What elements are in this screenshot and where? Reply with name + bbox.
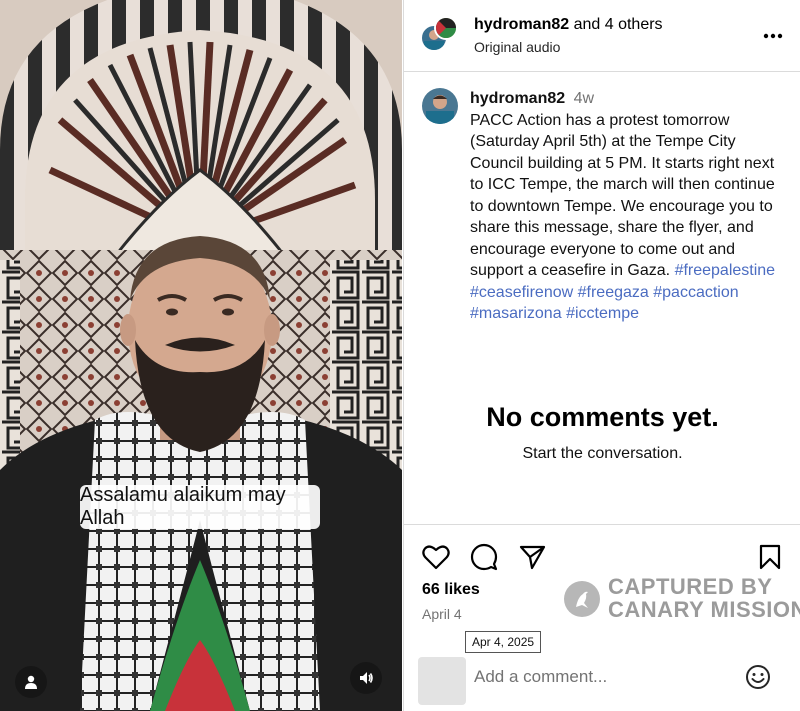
person-icon (25, 675, 37, 689)
canary-bird-icon (564, 581, 600, 617)
volume-icon (360, 672, 373, 684)
hashtag[interactable]: #freegaza (578, 284, 649, 301)
comment-composer (404, 654, 800, 711)
audio-label[interactable]: Original audio (474, 39, 560, 55)
avatar (418, 657, 466, 705)
comment-icon (470, 543, 498, 571)
divider (404, 524, 800, 525)
avatar[interactable] (422, 88, 458, 124)
heart-icon (422, 545, 450, 570)
post-body: hydroman82 4w PACC Action has a protest … (470, 88, 786, 325)
watermark-line2: CANARY MISSION (608, 597, 800, 622)
more-options-button[interactable] (761, 24, 785, 48)
no-comments-title: No comments yet. (486, 402, 719, 432)
smiley-icon (746, 665, 770, 689)
action-bar (404, 538, 800, 574)
date-tooltip: Apr 4, 2025 (465, 631, 542, 653)
video-player[interactable]: Assalamu alaikum may Allah (0, 0, 402, 711)
hashtag[interactable]: #ceasefirenow (470, 284, 573, 301)
bookmark-icon (759, 544, 781, 570)
comment-input[interactable] (474, 664, 724, 690)
start-conversation-text: Start the conversation. (522, 445, 683, 462)
user-tag-button[interactable] (15, 666, 47, 698)
post-text: PACC Action has a protest tomorrow (Satu… (470, 111, 775, 280)
header-title: hydroman82 and 4 others (474, 16, 663, 34)
like-button[interactable] (421, 542, 451, 572)
hashtag[interactable]: #freepalestine (675, 262, 776, 279)
hashtag[interactable]: #icctempe (566, 305, 639, 322)
post-header: hydroman82 and 4 others Original audio (404, 0, 800, 72)
hashtag[interactable]: #paccaction (653, 284, 738, 301)
save-button[interactable] (755, 542, 785, 572)
share-icon (519, 545, 546, 570)
volume-button[interactable] (350, 662, 382, 694)
post-date[interactable]: April 4 (422, 606, 462, 622)
post-age[interactable]: 4w (574, 90, 594, 107)
likes-count[interactable]: 66 likes (422, 581, 480, 599)
comment-button[interactable] (469, 542, 499, 572)
hashtag[interactable]: #masarizona (470, 305, 562, 322)
share-button[interactable] (517, 542, 547, 572)
video-frame (0, 0, 402, 711)
more-horizontal-icon (763, 33, 783, 39)
post-panel: hydroman82 and 4 others Original audio h… (403, 0, 800, 711)
header-username[interactable]: hydroman82 (474, 16, 569, 33)
video-caption: Assalamu alaikum may Allah (80, 484, 320, 529)
avatar (434, 16, 458, 40)
collab-avatars[interactable] (420, 16, 460, 56)
emoji-button[interactable] (744, 663, 772, 691)
post-username[interactable]: hydroman82 (470, 90, 565, 107)
canary-mission-watermark: CAPTURED BY CANARY MISSION (564, 574, 800, 624)
collab-suffix[interactable]: and 4 others (569, 16, 663, 33)
